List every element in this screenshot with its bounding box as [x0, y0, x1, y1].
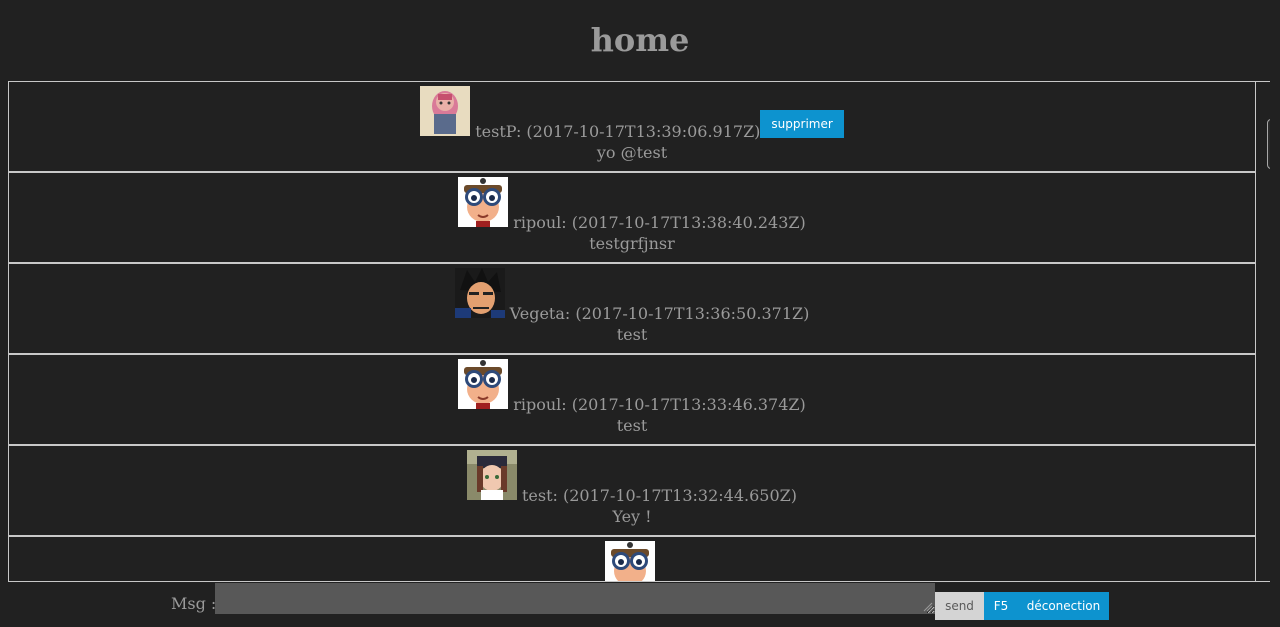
delete-message-button[interactable]: supprimer: [760, 110, 844, 138]
message-text: testgrfjnsr: [589, 234, 675, 253]
message-input[interactable]: [215, 583, 935, 614]
avatar-goggles-icon: [458, 359, 509, 409]
message-text: Yey !: [612, 507, 652, 526]
message-label: Msg :: [171, 594, 217, 613]
message-item: test: (2017-10-17T13:32:44.650Z) Yey !: [9, 446, 1256, 537]
message-item: [9, 537, 1256, 581]
message-composer: Msg : send F5 déconection: [0, 583, 1280, 627]
message-header: test: (2017-10-17T13:32:44.650Z): [9, 446, 1255, 506]
send-button[interactable]: send: [935, 592, 984, 620]
message-list-panel[interactable]: testP: (2017-10-17T13:39:06.917Z) suppri…: [8, 81, 1270, 582]
message-text: yo @test: [596, 143, 668, 162]
message-meta: ripoul: (2017-10-17T13:33:46.374Z): [513, 395, 806, 414]
message-header: testP: (2017-10-17T13:39:06.917Z) suppri…: [9, 82, 1255, 142]
message-meta: testP: (2017-10-17T13:39:06.917Z): [475, 122, 761, 141]
message-item: testP: (2017-10-17T13:39:06.917Z) suppri…: [9, 82, 1256, 173]
refresh-button[interactable]: F5: [984, 592, 1018, 620]
resize-grip-icon[interactable]: [923, 602, 933, 612]
message-text: test: [616, 416, 648, 435]
message-meta: ripoul: (2017-10-17T13:38:40.243Z): [513, 213, 806, 232]
message-meta: test: (2017-10-17T13:32:44.650Z): [521, 486, 798, 505]
avatar-pink-haired-icon: [420, 86, 471, 136]
logout-button[interactable]: déconection: [1018, 592, 1109, 620]
message-header: ripoul: (2017-10-17T13:38:40.243Z): [9, 173, 1255, 233]
message-meta: Vegeta: (2017-10-17T13:36:50.371Z): [509, 304, 810, 323]
avatar-vegeta-icon: [454, 268, 505, 318]
message-item: ripoul: (2017-10-17T13:38:40.243Z) testg…: [9, 173, 1256, 264]
scrollbar-thumb[interactable]: [1267, 119, 1270, 169]
scrollbar[interactable]: [1264, 82, 1270, 581]
message-item: Vegeta: (2017-10-17T13:36:50.371Z) test: [9, 264, 1256, 355]
message-header: ripoul: (2017-10-17T13:33:46.374Z): [9, 355, 1255, 415]
message-text: test: [616, 325, 648, 344]
message-list: testP: (2017-10-17T13:39:06.917Z) suppri…: [9, 82, 1256, 581]
message-item: ripoul: (2017-10-17T13:33:46.374Z) test: [9, 355, 1256, 446]
avatar-goggles-icon: [604, 541, 655, 581]
page-title: home: [590, 21, 690, 59]
message-header: [9, 537, 1255, 581]
avatar-goggles-icon: [458, 177, 509, 227]
message-header: Vegeta: (2017-10-17T13:36:50.371Z): [9, 264, 1255, 324]
avatar-capped-girl-icon: [466, 450, 517, 500]
